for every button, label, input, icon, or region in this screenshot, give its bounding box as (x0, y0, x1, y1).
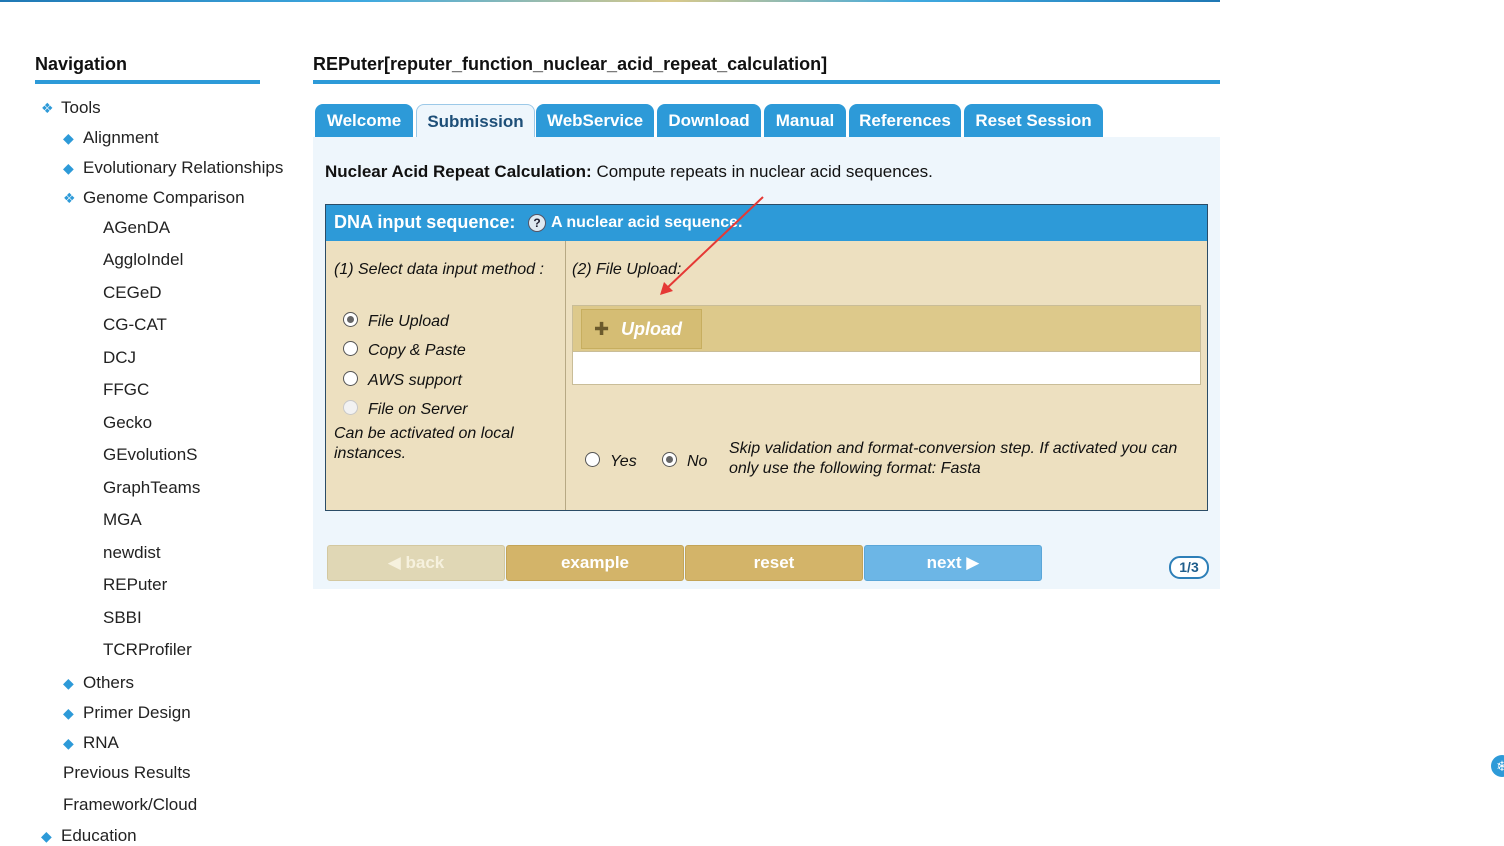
annotation-arrow (660, 196, 764, 295)
